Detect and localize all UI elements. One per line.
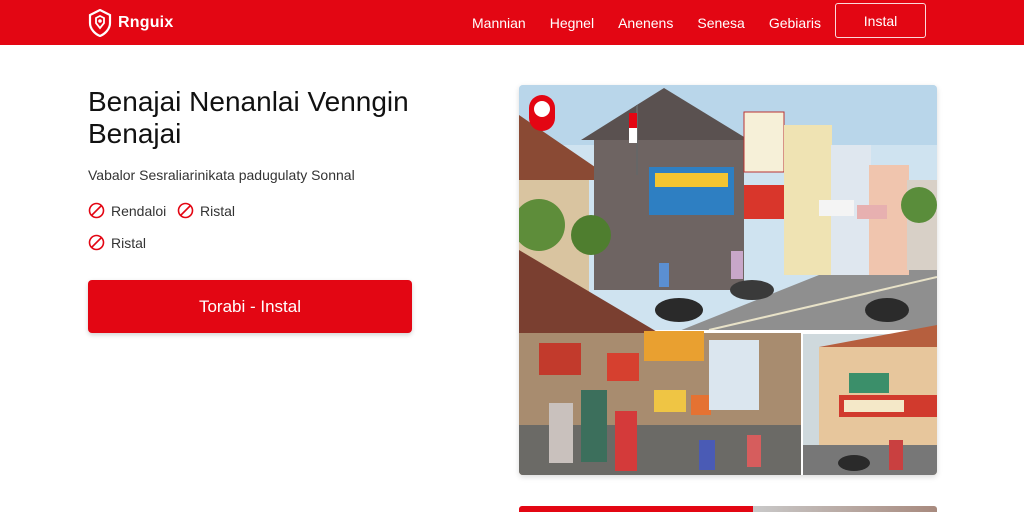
feature-item-2: Ristal bbox=[177, 202, 235, 219]
feature-item-1: Rendaloi bbox=[88, 202, 166, 219]
prohibit-icon bbox=[88, 202, 105, 219]
nav-item-2[interactable]: Hegnel bbox=[550, 15, 594, 31]
feature-label: Ristal bbox=[200, 202, 236, 219]
nav-item-1[interactable]: Mannian bbox=[472, 15, 526, 31]
brand-logo[interactable]: Rnguix bbox=[88, 0, 173, 45]
nav-item-3[interactable]: Anenens bbox=[618, 15, 673, 31]
next-section-card-edge bbox=[519, 506, 937, 512]
shield-logo-icon bbox=[88, 8, 112, 37]
header-install-button[interactable]: Instal bbox=[835, 3, 926, 38]
feature-label: Rendaloi bbox=[111, 202, 167, 219]
hero-title: Benajai Nenanlai Venngin Benajai bbox=[88, 86, 409, 149]
prohibit-icon bbox=[88, 234, 105, 251]
main-navigation: Mannian Hegnel Anenens Senesa Gebiaris bbox=[472, 0, 845, 45]
feature-item-3: Ristal bbox=[88, 234, 146, 251]
nav-item-5[interactable]: Gebiaris bbox=[769, 15, 821, 31]
street-scene-image bbox=[519, 85, 937, 475]
hero-subtitle: Vabalor Sesraliarinikata padugulaty Sonn… bbox=[88, 167, 355, 183]
top-navigation-bar: Rnguix Mannian Hegnel Anenens Senesa Geb… bbox=[0, 0, 1024, 45]
nav-item-4[interactable]: Senesa bbox=[697, 15, 744, 31]
primary-install-button[interactable]: Torabi - Instal bbox=[88, 280, 412, 333]
prohibit-icon bbox=[177, 202, 194, 219]
brand-name: Rnguix bbox=[118, 13, 174, 31]
feature-label: Ristal bbox=[111, 234, 147, 251]
